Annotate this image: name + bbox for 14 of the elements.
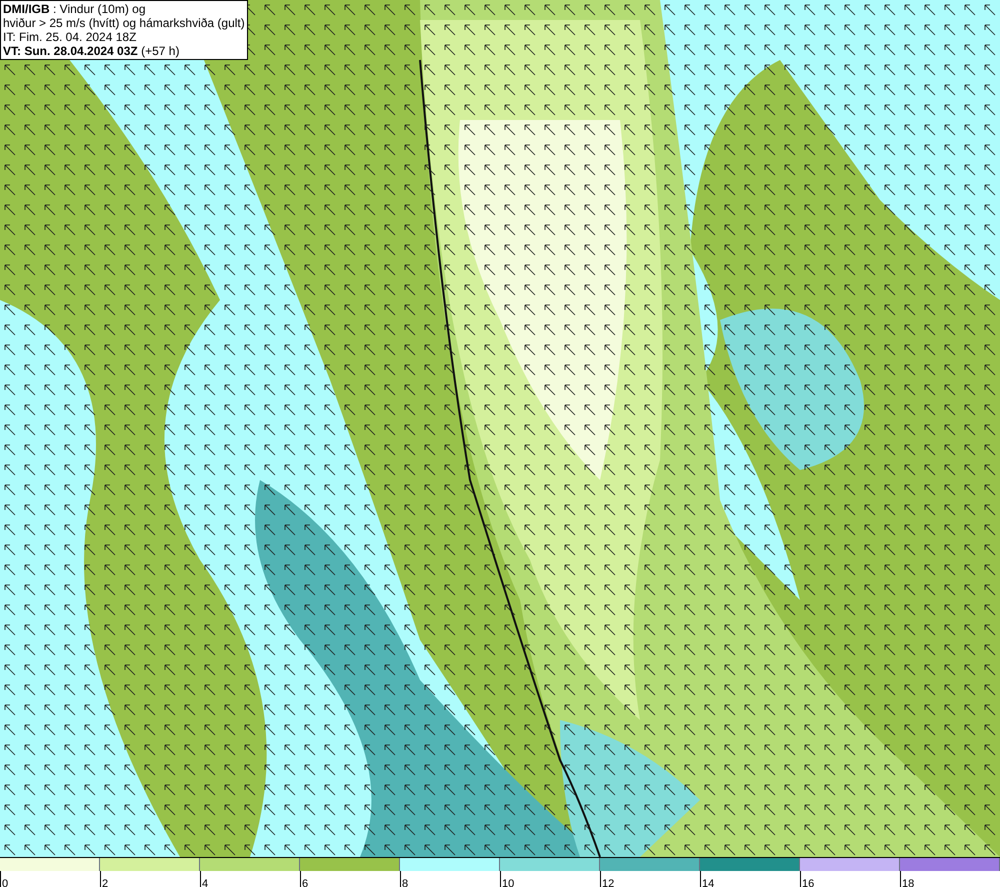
legend-label: 14 — [701, 878, 714, 887]
legend-label: 4 — [201, 878, 208, 887]
legend-label: 10 — [501, 878, 514, 887]
info-text: VT: Sun. 28.04.2024 03Z (+57 h) — [3, 44, 180, 58]
legend-label: 18 — [901, 878, 914, 887]
legend-label: 6 — [301, 878, 308, 887]
info-text: IT: Fim. 25. 04. 2024 18Z — [3, 30, 138, 44]
legend-label: 0 — [1, 878, 8, 887]
info-text: hviður > 25 m/s (hvítt) og hámarkshviða (gult) — [3, 16, 245, 30]
legend-label: 8 — [401, 878, 408, 887]
legend-label: 16 — [801, 878, 814, 887]
info-text: DMI/IGB : Vindur (10m) og — [3, 2, 146, 16]
legend-label: 12 — [601, 878, 614, 887]
legend-label: 2 — [101, 878, 108, 887]
